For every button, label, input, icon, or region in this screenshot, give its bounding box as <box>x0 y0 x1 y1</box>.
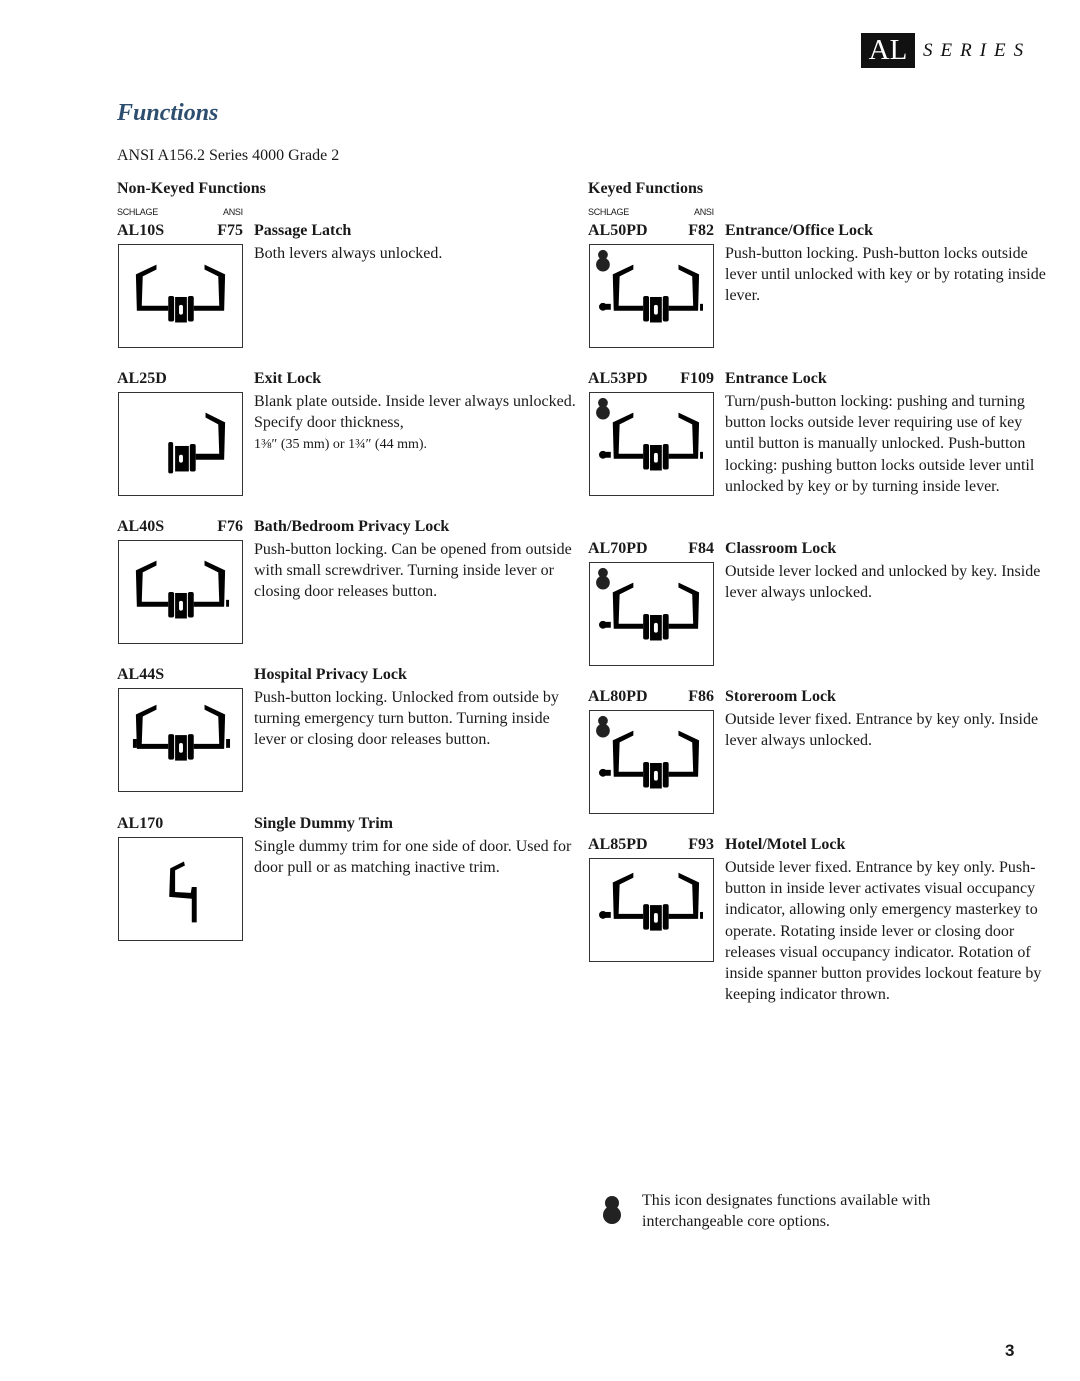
keyed-lever-set-icon <box>596 249 703 323</box>
privacy-lock-diagram <box>118 540 243 644</box>
schlage-code: AL80PD <box>588 688 648 705</box>
dummy-lever-icon <box>169 861 197 923</box>
interchangeable-core-icon <box>596 567 610 590</box>
ansi-code: F82 <box>688 222 714 239</box>
schlage-label: SCHLAGE <box>588 207 629 217</box>
keyed-lever-set-icon <box>596 567 700 641</box>
function-name: Classroom Lock <box>725 540 837 557</box>
schlage-code: AL70PD <box>588 540 648 557</box>
keyed-heading: Keyed Functions <box>588 180 704 197</box>
hospital-privacy-lock-diagram <box>118 688 243 792</box>
page-number: 3 <box>1005 1341 1015 1360</box>
series-badge-al: AL <box>861 33 915 68</box>
schlage-code: AL10S <box>117 222 165 239</box>
lever-set-icon <box>132 704 231 761</box>
function-name: Entrance/Office Lock <box>725 222 873 239</box>
ansi-label: ANSI <box>694 207 714 217</box>
function-name: Entrance Lock <box>725 370 827 387</box>
function-name: Hospital Privacy Lock <box>254 666 407 683</box>
page-title: Functions <box>117 100 219 126</box>
schlage-code: AL40S <box>117 518 165 535</box>
function-name: Single Dummy Trim <box>254 815 393 832</box>
classroom-lock-diagram <box>589 562 714 666</box>
single-lever-icon <box>168 412 226 474</box>
exit-lock-diagram <box>118 392 243 496</box>
ansi-code: F84 <box>688 540 714 557</box>
schlage-code: AL50PD <box>588 222 648 239</box>
storeroom-lock-diagram <box>589 710 714 814</box>
passage-latch-diagram <box>118 244 243 348</box>
schlage-code: AL170 <box>117 815 164 832</box>
standard-subtitle: ANSI A156.2 Series 4000 Grade 2 <box>117 147 340 164</box>
schlage-code: AL25D <box>117 370 167 387</box>
schlage-label: SCHLAGE <box>117 207 158 217</box>
function-description: Blank plate outside. Inside lever always… <box>254 391 584 456</box>
interchangeable-core-icon <box>603 1196 621 1224</box>
ansi-code: F75 <box>217 222 243 239</box>
function-name: Passage Latch <box>254 222 352 239</box>
interchangeable-core-icon <box>596 249 610 272</box>
function-name: Bath/Bedroom Privacy Lock <box>254 518 450 535</box>
schlage-code: AL53PD <box>588 370 648 387</box>
interchangeable-core-icon <box>596 397 610 420</box>
description-text: Blank plate outside. Inside lever always… <box>254 393 576 432</box>
series-label: SERIES <box>923 39 1032 61</box>
function-description: Push-button locking. Unlocked from outsi… <box>254 689 559 749</box>
lever-set-icon <box>135 264 226 323</box>
ansi-code: F86 <box>688 688 714 705</box>
function-description: Both levers always unlocked. <box>254 245 443 262</box>
function-name: Storeroom Lock <box>725 688 836 705</box>
function-description: Outside lever fixed. Entrance by key onl… <box>725 711 1039 750</box>
function-description: Push-button locking. Push-button locks o… <box>725 245 1046 305</box>
function-description: Outside lever fixed. Entrance by key onl… <box>725 859 1042 1004</box>
ansi-label: ANSI <box>223 207 243 217</box>
non-keyed-heading: Non-Keyed Functions <box>117 180 266 197</box>
lever-set-icon <box>135 560 230 619</box>
function-description: Turn/push-button locking: pushing and tu… <box>725 393 1035 495</box>
function-description: Push-button locking. Can be opened from … <box>254 541 572 601</box>
keyed-lever-set-icon <box>599 872 703 931</box>
legend-text: This icon designates functions available… <box>642 1192 931 1231</box>
dummy-trim-diagram <box>118 837 243 941</box>
ansi-code: F93 <box>688 836 714 853</box>
schlage-code: AL44S <box>117 666 165 683</box>
function-name: Exit Lock <box>254 370 322 387</box>
keyed-lever-set-icon <box>596 715 700 789</box>
entrance-lock-diagram <box>589 392 714 496</box>
keyed-lever-set-icon <box>596 397 703 471</box>
schlage-code: AL85PD <box>588 836 648 853</box>
function-name: Hotel/Motel Lock <box>725 836 846 853</box>
ansi-code: F76 <box>217 518 243 535</box>
interchangeable-core-icon <box>596 715 610 738</box>
function-description: Outside lever locked and unlocked by key… <box>725 563 1041 602</box>
function-description: Single dummy trim for one side of door. … <box>254 838 572 877</box>
series-badge: AL SERIES <box>861 33 1031 68</box>
hotel-motel-lock-diagram <box>589 858 714 962</box>
entrance-office-lock-diagram <box>589 244 714 348</box>
ansi-code: F109 <box>680 370 714 387</box>
door-thickness-note: 1⅜″ (35 mm) or 1¾″ (44 mm). <box>254 437 428 453</box>
